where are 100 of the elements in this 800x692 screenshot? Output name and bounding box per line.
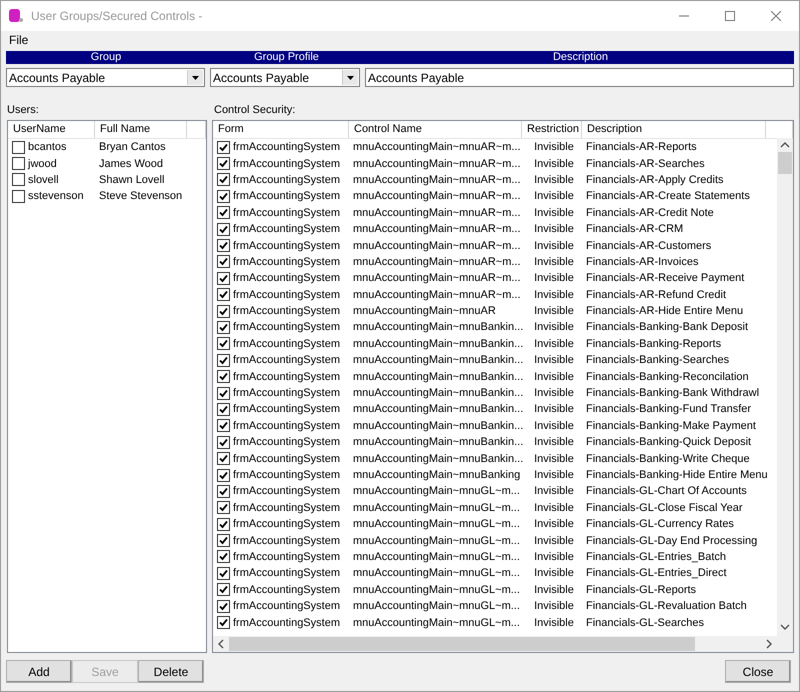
dropdown[interactable]: Accounts Payable (210, 68, 360, 87)
table-cell: frmAccountingSystem (233, 500, 340, 515)
table-cell: frmAccountingSystem (233, 140, 340, 154)
vertical-scrollbar[interactable] (777, 138, 793, 652)
horizontal-scrollbar[interactable] (213, 636, 777, 652)
table-cell-text: mnuAccountingMain~mnuBankin... (352, 386, 522, 400)
checkbox[interactable] (217, 534, 230, 548)
table-cell-text: mnuAccountingMain~mnuGL~m... (352, 484, 521, 498)
table-cell-text: mnuAccountingMain~mnuBankin... (352, 336, 522, 351)
checkbox[interactable] (12, 190, 25, 203)
section-label: Users: (7, 104, 39, 116)
checkbox[interactable] (217, 157, 230, 170)
table-cell-text: mnuAccountingMain~mnuAR~m... (352, 206, 522, 220)
table-cell-text: mnuAccountingMain~mnuAR~m... (352, 172, 522, 187)
checkbox[interactable] (217, 320, 230, 334)
checkbox[interactable] (217, 190, 230, 203)
checkbox[interactable] (217, 484, 230, 498)
table-cell-text: Invisible (533, 599, 575, 614)
checkbox[interactable] (217, 419, 230, 432)
table-cell-text: mnuAccountingMain~mnuGL~m... (352, 500, 521, 515)
scroll-thumb[interactable] (229, 637, 695, 651)
table-cell: frmAccountingSystem (233, 435, 340, 450)
table-cell-text: mnuAccountingMain~mnuGL~m... (352, 534, 521, 548)
table-cell-text: Invisible (533, 517, 575, 532)
table-cell-text: Financials-Banking-Bank Deposit (585, 320, 750, 334)
checkbox[interactable] (217, 452, 230, 466)
checkbox[interactable] (217, 272, 230, 285)
checkbox[interactable] (217, 518, 230, 531)
table-cell: sstevenson (28, 189, 84, 204)
checkbox[interactable] (217, 550, 230, 564)
checkbox[interactable] (12, 140, 25, 154)
table-cell-text: Invisible (533, 271, 575, 286)
table-cell-text: Financials-Banking-Write Cheque (585, 452, 751, 466)
input-field[interactable]: Accounts Payable (365, 68, 794, 87)
checkbox[interactable] (217, 370, 230, 384)
table-cell-text: Financials-GL-Reports (585, 582, 698, 597)
table-cell-text: Invisible (533, 534, 575, 548)
checkbox[interactable] (12, 157, 25, 170)
checkbox[interactable] (217, 173, 230, 186)
table-cell-text: Financials-Banking-Fund Transfer (585, 402, 752, 416)
table-cell-text: Financials-GL-Chart Of Accounts (585, 484, 748, 498)
table-cell-text: Shawn Lovell (98, 172, 166, 187)
window-title: User Groups/Secured Controls - (31, 9, 204, 23)
checkbox[interactable] (217, 501, 230, 514)
checkbox[interactable] (217, 337, 230, 350)
checkbox[interactable] (217, 304, 230, 318)
checkbox[interactable] (217, 354, 230, 367)
maximize-icon[interactable] (725, 11, 735, 21)
table-cell-text: Financials-Banking-Reconcilation (585, 370, 750, 384)
checkbox[interactable] (217, 206, 230, 220)
table-cell-text: Invisible (533, 435, 575, 450)
button[interactable]: Add (6, 660, 72, 683)
menu-item[interactable]: File (8, 33, 30, 50)
table-cell-text: Financials-AR-Invoices (585, 254, 700, 269)
table-cell-text: mnuAccountingMain~mnuGL~m... (352, 582, 521, 597)
table-cell-text: Invisible (533, 566, 575, 580)
table-cell: frmAccountingSystem (233, 550, 340, 564)
table-cell-text: Financials-GL-Entries_Direct (585, 566, 728, 580)
table-cell-text: Invisible (533, 468, 575, 482)
table-cell-text: Invisible (533, 304, 575, 318)
section-header: Group Profile (253, 51, 320, 64)
checkbox[interactable] (217, 255, 230, 268)
checkbox[interactable] (217, 616, 230, 630)
table-cell-text: Invisible (533, 616, 575, 630)
checkbox[interactable] (217, 288, 230, 302)
checkbox[interactable] (217, 468, 230, 482)
table-cell-text: Invisible (533, 172, 575, 187)
table-cell-text: Invisible (533, 254, 575, 269)
table-cell-text: Invisible (533, 386, 575, 400)
table-cell-text: mnuAccountingMain~mnuAR~m... (352, 238, 522, 253)
table-cell-text: mnuAccountingMain~mnuAR~m... (352, 254, 522, 269)
scroll-thumb[interactable] (778, 152, 792, 174)
checkbox[interactable] (217, 140, 230, 154)
table-cell-text: Invisible (533, 288, 575, 302)
checkbox[interactable] (217, 436, 230, 449)
table-cell-text: Financials-AR-Credit Note (585, 206, 715, 220)
table-cell-text: mnuAccountingMain~mnuGL~m... (352, 616, 521, 630)
table-cell: bcantos (28, 140, 67, 154)
checkbox[interactable] (217, 222, 230, 236)
table-cell-text: Steve Stevenson (98, 189, 184, 204)
checkbox[interactable] (217, 566, 230, 580)
button[interactable]: Delete (138, 660, 204, 683)
table-cell-text: mnuAccountingMain~mnuAR~m... (352, 189, 522, 204)
checkbox[interactable] (217, 402, 230, 416)
checkbox[interactable] (12, 173, 25, 186)
table-cell-text: Financials-GL-Day End Processing (585, 534, 758, 548)
table-cell-text: mnuAccountingMain~mnuBankin... (352, 402, 522, 416)
checkbox[interactable] (217, 600, 230, 613)
button[interactable]: Close (725, 660, 791, 683)
table-cell: frmAccountingSystem (233, 288, 340, 302)
table-cell-text: Financials-AR-CRM (585, 222, 684, 236)
dropdown[interactable]: Accounts Payable (6, 68, 205, 87)
table-cell-text: Financials-Banking-Quick Deposit (585, 435, 752, 450)
table-cell-text: Financials-GL-Searches (585, 616, 705, 630)
table-cell-text: mnuAccountingMain~mnuBankin... (352, 320, 522, 334)
close-icon[interactable] (771, 11, 781, 21)
checkbox[interactable] (217, 239, 230, 252)
checkbox[interactable] (217, 386, 230, 400)
checkbox[interactable] (217, 583, 230, 596)
table-cell-text: Financials-GL-Close Fiscal Year (585, 500, 744, 515)
